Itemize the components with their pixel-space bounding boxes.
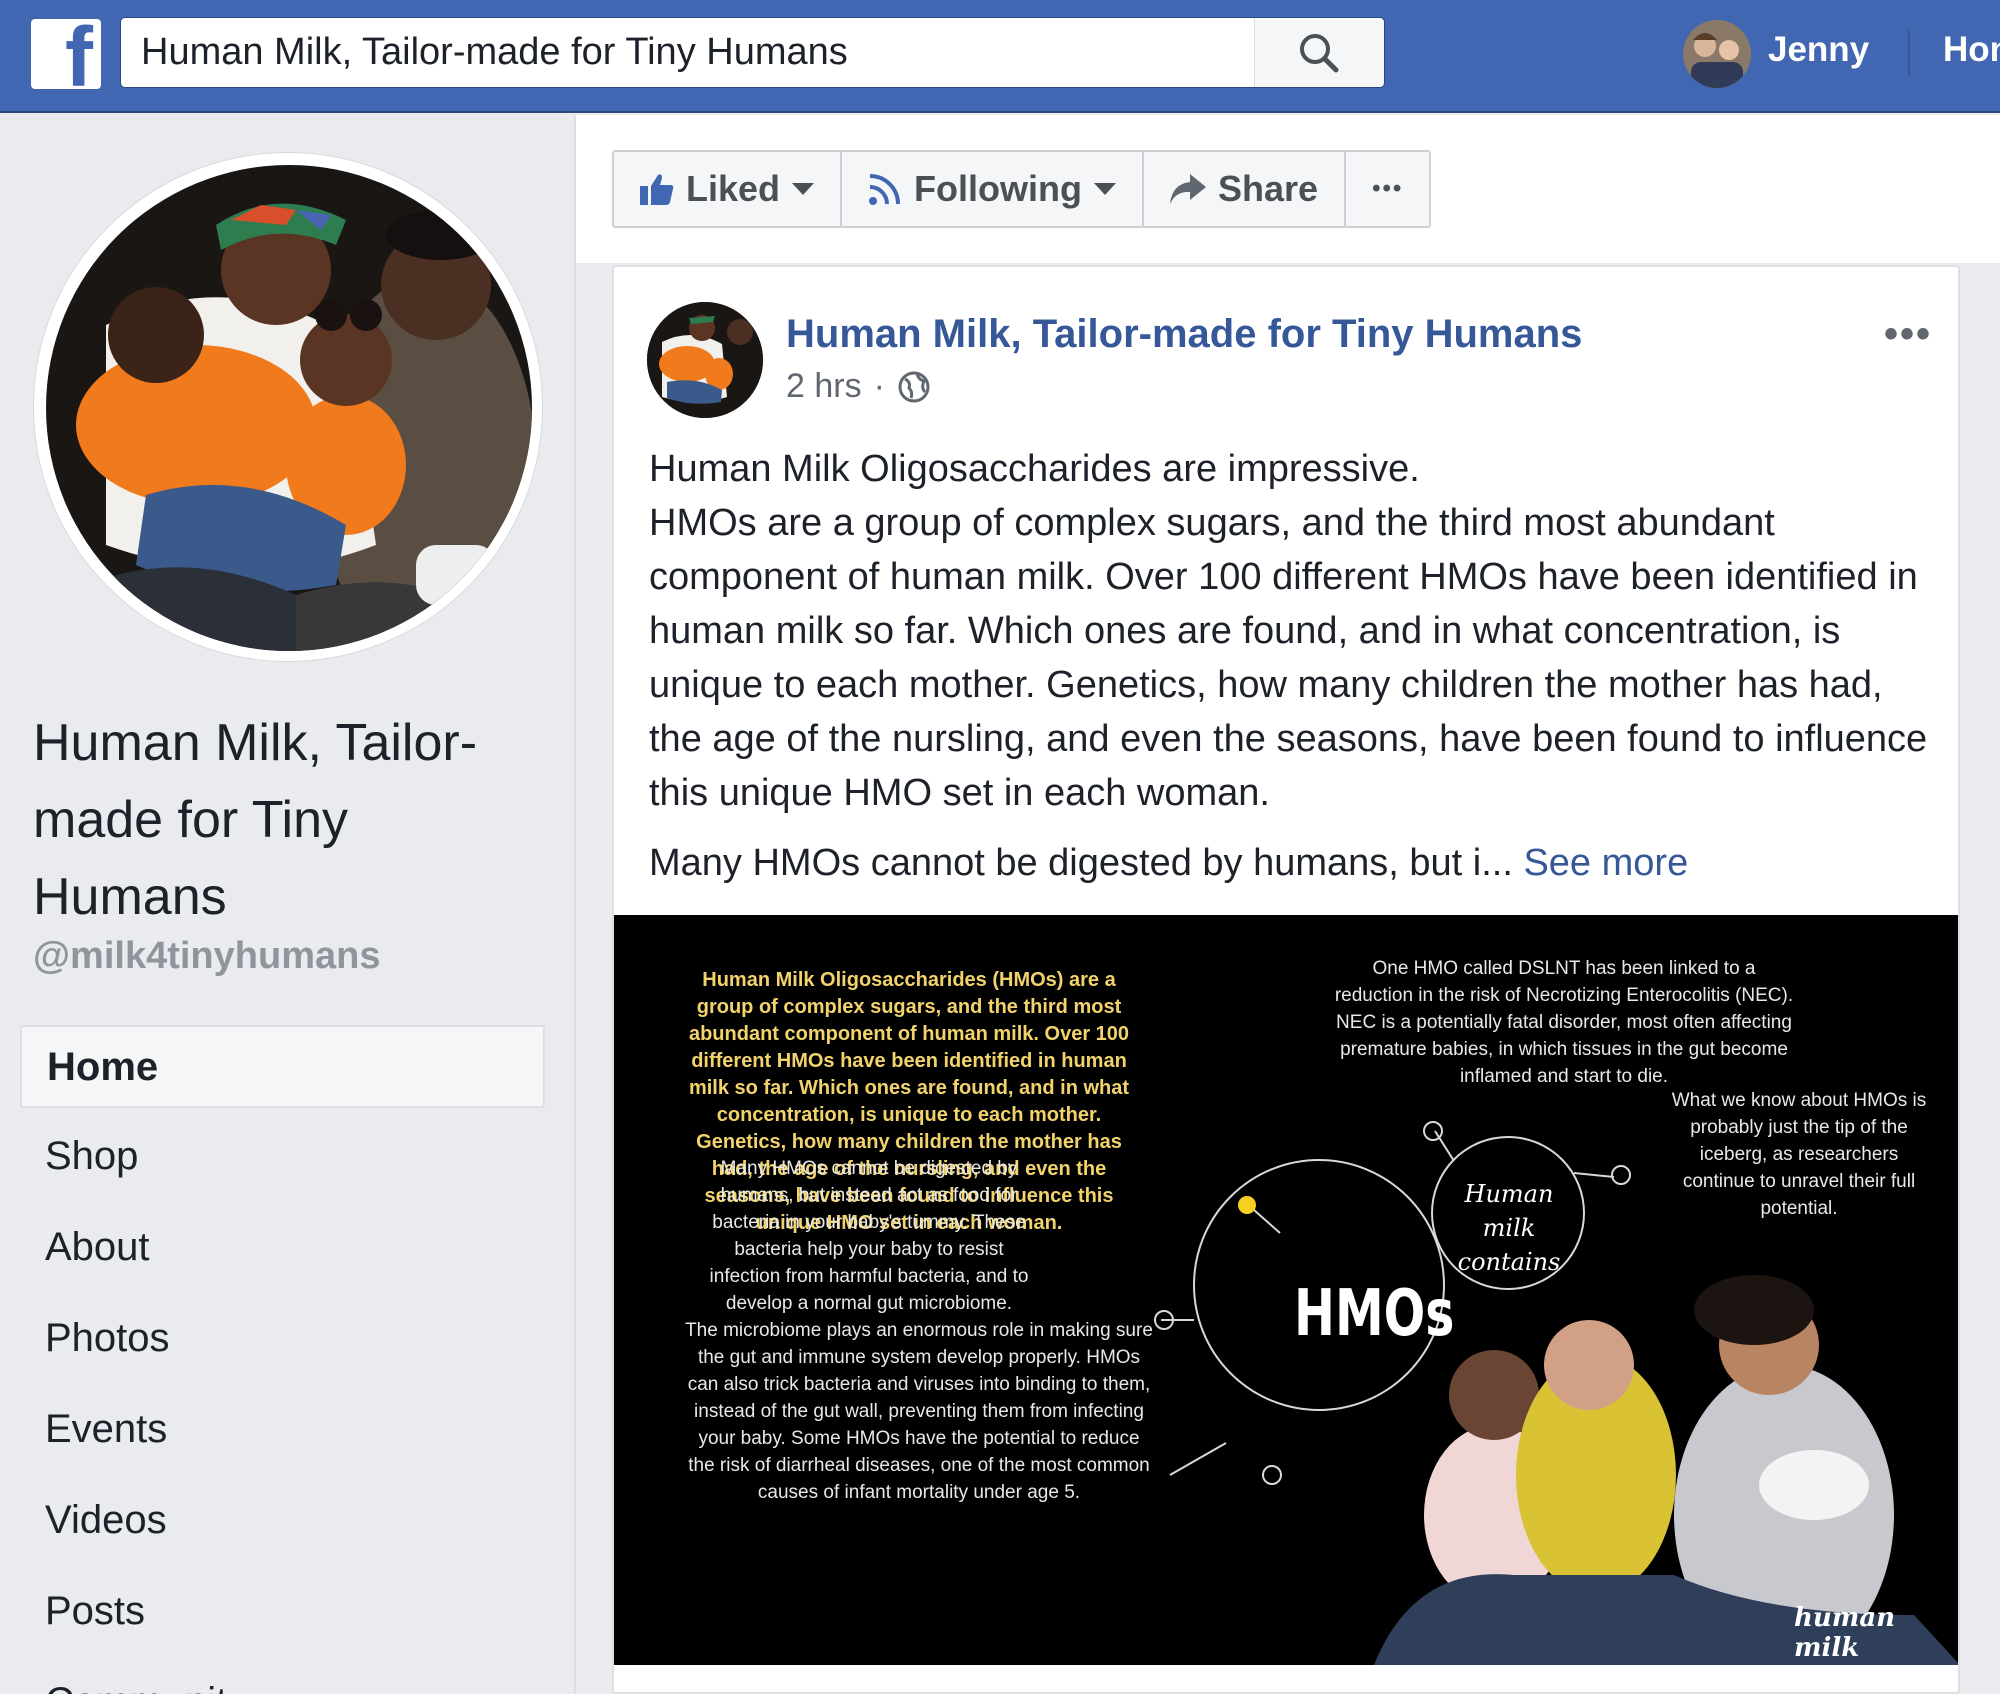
- infographic-digestion-text: Many HMOs cannot be digested by humans, …: [709, 1158, 1029, 1314]
- human-milk-brand-logo: human milk: [1794, 1603, 1896, 1663]
- post-metadata: 2 hrs ·: [786, 367, 931, 406]
- post-options-button[interactable]: •••: [1884, 312, 1932, 357]
- thumbs-up-icon: [640, 174, 674, 205]
- following-label: Following: [914, 168, 1082, 209]
- share-button[interactable]: Share: [1144, 152, 1347, 226]
- nav-item-videos[interactable]: Videos: [20, 1480, 545, 1571]
- infographic-dslnt-text: One HMO called DSLNT has been linked to …: [1334, 958, 1794, 1087]
- post-timestamp[interactable]: 2 hrs: [786, 367, 862, 406]
- search-icon: [1300, 34, 1339, 73]
- share-arrow-icon: [1170, 174, 1206, 204]
- home-link[interactable]: Home: [1943, 30, 2000, 70]
- rss-icon: [869, 174, 901, 205]
- liked-button[interactable]: Liked: [614, 152, 843, 226]
- nav-item-shop[interactable]: Shop: [20, 1116, 545, 1207]
- infographic-iceberg-text: What we know about HMOs is probably just…: [1671, 1090, 1927, 1219]
- nav-item-home[interactable]: Home: [20, 1025, 545, 1108]
- facebook-logo-icon[interactable]: f: [31, 19, 101, 89]
- user-avatar[interactable]: [1683, 20, 1751, 88]
- bubble-line-2: milk: [1482, 1214, 1536, 1242]
- nav-item-community[interactable]: Community: [20, 1662, 545, 1694]
- chevron-down-icon: [792, 183, 815, 195]
- search-box: [120, 17, 1385, 88]
- user-name-link[interactable]: Jenny: [1768, 30, 1869, 70]
- post-card: Human Milk, Tailor-made for Tiny Humans …: [612, 265, 1960, 1694]
- more-options-icon: •••: [1372, 175, 1404, 202]
- post-paragraph-truncated: Many HMOs cannot be digested by humans, …: [649, 836, 1939, 890]
- meta-separator: ·: [873, 367, 885, 405]
- globe-icon[interactable]: [897, 370, 931, 404]
- post-paragraph: Human Milk Oligosaccharides are impressi…: [649, 448, 1928, 814]
- post-author-name[interactable]: Human Milk, Tailor-made for Tiny Humans: [786, 312, 1582, 357]
- page-title: Human Milk, Tailor-made for Tiny Humans: [33, 714, 478, 926]
- liked-label: Liked: [686, 168, 781, 209]
- post-image[interactable]: Human Milk Oligosaccharides (HMOs) are a…: [614, 915, 1958, 1665]
- nav-item-about[interactable]: About: [20, 1207, 545, 1298]
- bubble-line-3: contains: [1457, 1248, 1561, 1276]
- following-button[interactable]: Following: [842, 152, 1144, 226]
- hmos-big-label: HMOs: [1294, 1277, 1455, 1351]
- nav-item-events[interactable]: Events: [20, 1389, 545, 1480]
- page-navigation: Home Shop About Photos Events Videos Pos…: [20, 1025, 545, 1694]
- post-truncated-text: Many HMOs cannot be digested by humans, …: [649, 842, 1513, 884]
- nav-item-posts[interactable]: Posts: [20, 1571, 545, 1662]
- page-action-bar: Liked Following Share •••: [612, 150, 1432, 228]
- bubble-line-1: Human: [1464, 1180, 1554, 1208]
- topbar-divider: [1908, 30, 1910, 76]
- search-button[interactable]: [1254, 18, 1384, 87]
- post-body: Human Milk Oligosaccharides are impressi…: [649, 442, 1939, 890]
- page-username[interactable]: @milk4tinyhumans: [33, 935, 380, 978]
- nav-item-photos[interactable]: Photos: [20, 1298, 545, 1389]
- see-more-link[interactable]: See more: [1523, 842, 1688, 884]
- infographic-microbiome-text: The microbiome plays an enormous role in…: [685, 1320, 1153, 1503]
- top-navigation-bar: f Jenny Home: [0, 0, 2000, 113]
- chevron-down-icon: [1094, 183, 1116, 195]
- search-input[interactable]: [141, 18, 1371, 87]
- page-sidebar: Human Milk, Tailor-made for Tiny Humans …: [0, 115, 574, 1694]
- share-label: Share: [1218, 168, 1319, 209]
- more-options-button[interactable]: •••: [1346, 152, 1429, 226]
- column-divider: [574, 115, 576, 1694]
- page-profile-picture[interactable]: [33, 152, 543, 662]
- post-author-avatar[interactable]: [647, 302, 763, 418]
- right-gutter: [1958, 263, 2000, 1694]
- bubble-label: Human milk contains: [1444, 1177, 1574, 1279]
